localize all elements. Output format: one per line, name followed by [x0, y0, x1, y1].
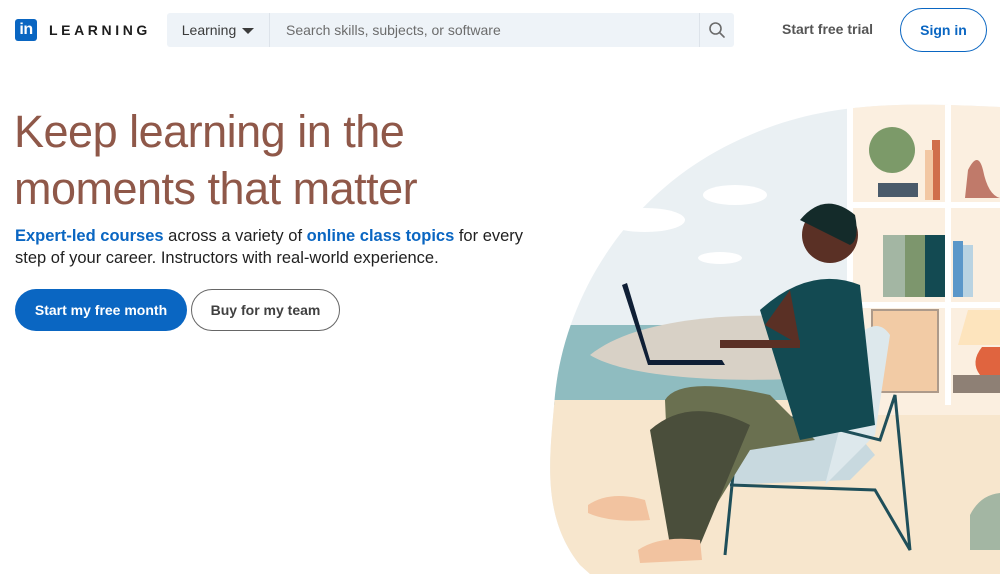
logo-text: LEARNING [49, 22, 151, 38]
hero-title-line-2: moments that matter [14, 163, 418, 214]
search-scope-label: Learning [181, 22, 237, 38]
hero-subtitle: Expert-led courses across a variety of o… [15, 226, 525, 269]
subtitle-text-1: across a variety of [163, 227, 307, 245]
start-free-month-button[interactable]: Start my free month [15, 289, 187, 331]
hero-title-line-1: Keep learning in the [14, 106, 405, 157]
cloud [703, 185, 767, 205]
buy-for-team-button[interactable]: Buy for my team [191, 289, 340, 331]
search-scope-dropdown[interactable]: Learning [167, 13, 270, 47]
expert-led-courses-link[interactable]: Expert-led courses [15, 227, 164, 245]
cloud [605, 208, 685, 232]
linkedin-learning-logo[interactable]: in LEARNING [15, 19, 151, 41]
globe [869, 127, 915, 173]
caret-down-icon [242, 27, 255, 34]
search-button[interactable] [699, 13, 734, 47]
start-free-trial-link[interactable]: Start free trial [782, 21, 873, 37]
cloud [698, 252, 742, 264]
hero-title: Keep learning in the moments that matter [14, 103, 418, 217]
online-class-topics-link[interactable]: online class topics [307, 227, 455, 245]
search-input[interactable] [270, 13, 699, 47]
sign-in-button[interactable]: Sign in [900, 8, 987, 52]
search-icon [709, 22, 725, 38]
hero-illustration [550, 104, 1000, 574]
books-stack [878, 183, 918, 197]
top-nav: in LEARNING Learning Start free trial Si… [0, 0, 1000, 60]
search-bar: Learning [167, 13, 734, 47]
linkedin-icon: in [15, 19, 37, 41]
